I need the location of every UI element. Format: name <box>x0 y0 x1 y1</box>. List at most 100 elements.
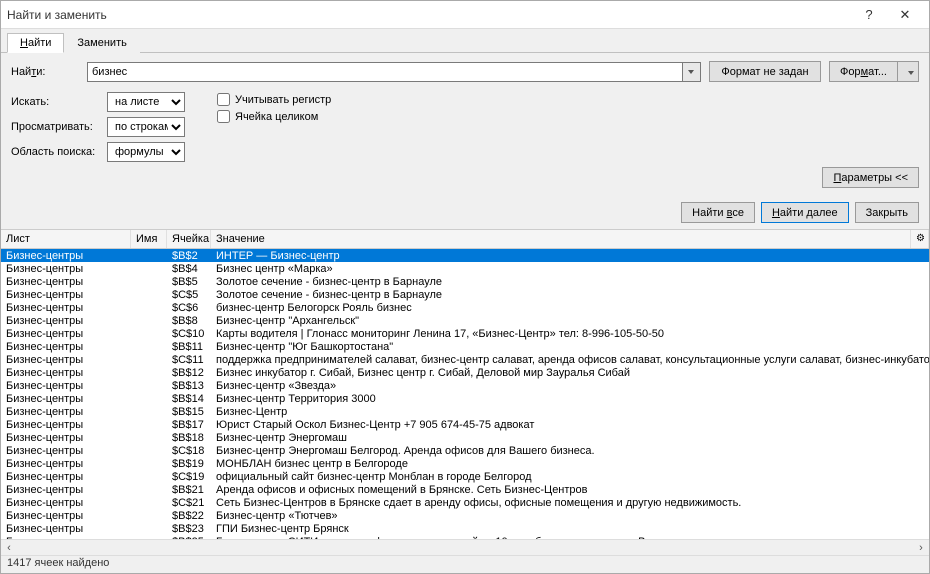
cell-value: ГПИ Бизнес-центр Брянск <box>211 523 929 535</box>
match-case-checkbox[interactable]: Учитывать регистр <box>217 93 331 106</box>
table-row[interactable]: Бизнес-центры$B$19МОНБЛАН бизнес центр в… <box>1 457 929 470</box>
search-in-select[interactable]: на листе <box>107 92 185 112</box>
format-dropdown-button[interactable] <box>897 61 919 82</box>
cell-value: Бизнес-центр «Тютчев» <box>211 510 929 522</box>
col-value[interactable]: Значение <box>211 230 911 248</box>
params-row: Параметры << <box>11 167 919 188</box>
table-row[interactable]: Бизнес-центры $B$23ГПИ Бизнес-центр Брянс… <box>1 522 929 535</box>
cell-value: Карты водителя | Глонасс мониторинг Лени… <box>211 328 929 340</box>
cell-ref: $C$21 <box>167 497 211 509</box>
cell-value: Золотое сечение - бизнес-центр в Барнаул… <box>211 276 929 288</box>
cell-ref: $C$11 <box>167 354 211 366</box>
column-settings-icon[interactable]: ⚙ <box>911 230 929 248</box>
table-row[interactable]: Бизнес-центры$C$11поддержка предпринимат… <box>1 353 929 366</box>
cell-sheet: Бизнес-центры <box>1 445 131 457</box>
options-toggle-button[interactable]: Параметры << <box>822 167 919 188</box>
action-buttons: Найти все Найти далее Закрыть <box>1 196 929 229</box>
table-row[interactable]: Бизнес-центры$C$21Сеть Бизнес-Центров в … <box>1 496 929 509</box>
find-next-button[interactable]: Найти далее <box>761 202 849 223</box>
help-button[interactable]: ? <box>851 1 887 29</box>
col-name[interactable]: Имя <box>131 230 167 248</box>
table-row[interactable]: Бизнес-центры$B$11Бизнес-центр "Юг Башко… <box>1 340 929 353</box>
cell-ref: $B$23 <box>167 523 211 535</box>
find-input-wrap <box>87 62 701 82</box>
cell-value: Юрист Старый Оскол Бизнес-Центр +7 905 6… <box>211 419 929 431</box>
table-row[interactable]: Бизнес-центры $B$2ИНТЕР — Бизнес-центр <box>1 249 929 262</box>
table-row[interactable]: Бизнес-центры$C$18Бизнес-центр Энергомаш… <box>1 444 929 457</box>
table-row[interactable]: Бизнес-центры$B$14Бизнес-центр Территори… <box>1 392 929 405</box>
cell-value: Бизнес-центр Энергомаш Белгород. Аренда … <box>211 445 929 457</box>
format-status-button[interactable]: Формат не задан <box>709 61 821 82</box>
scroll-right-arrow[interactable]: › <box>913 540 929 556</box>
cell-value: Бизнес-Центр <box>211 406 929 418</box>
cell-sheet: Бизнес-центры <box>1 341 131 353</box>
table-row[interactable]: Бизнес-центры$B$22Бизнес-центр «Тютчев» <box>1 509 929 522</box>
status-text: 1417 ячеек найдено <box>7 557 109 569</box>
close-button[interactable]: Закрыть <box>855 202 919 223</box>
results-panel: Лист Имя Ячейка Значение ⚙ Бизнес-центры… <box>1 229 929 555</box>
cell-sheet: Бизнес-центры <box>1 276 131 288</box>
horizontal-scrollbar[interactable]: ‹ › <box>1 539 929 555</box>
table-row[interactable]: Бизнес-центры$C$5Золотое сечение - бизне… <box>1 288 929 301</box>
table-row[interactable]: Бизнес-центры$C$10Карты водителя | Глона… <box>1 327 929 340</box>
cell-value: ИНТЕР — Бизнес-центр <box>211 250 929 262</box>
tabs: Найти Заменить <box>1 29 929 53</box>
find-label: Найти: <box>11 66 79 78</box>
cell-value: Бизнес-центр "Юг Башкортостана" <box>211 341 929 353</box>
cell-ref: $B$22 <box>167 510 211 522</box>
look-in-label: Область поиска: <box>11 146 107 158</box>
format-button[interactable]: Формат... <box>829 61 898 82</box>
look-by-select[interactable]: по строкам <box>107 117 185 137</box>
whole-cell-checkbox[interactable]: Ячейка целиком <box>217 110 331 123</box>
cell-value: Бизнес-центр Территория 3000 <box>211 393 929 405</box>
cell-ref: $C$6 <box>167 302 211 314</box>
table-row[interactable]: Бизнес-центры$B$13Бизнес-центр «Звезда» <box>1 379 929 392</box>
cell-sheet: Бизнес-центры <box>1 419 131 431</box>
find-all-button[interactable]: Найти все <box>681 202 755 223</box>
find-row: Найти: Формат не задан Формат... <box>11 61 919 82</box>
table-row[interactable]: Бизнес-центры$B$15Бизнес-Центр <box>1 405 929 418</box>
cell-ref: $C$10 <box>167 328 211 340</box>
cell-ref: $B$21 <box>167 484 211 496</box>
table-row[interactable]: Бизнес-центры$B$12Бизнес инкубатор г. Си… <box>1 366 929 379</box>
results-body[interactable]: Бизнес-центры$B$2ИНТЕР — Бизнес-центрБиз… <box>1 249 929 539</box>
table-row[interactable]: Бизнес-центры$B$18Бизнес-центр Энергомаш <box>1 431 929 444</box>
table-row[interactable]: Бизнес-центры$B$5Золотое сечение - бизне… <box>1 275 929 288</box>
chevron-down-icon <box>908 71 914 75</box>
look-in-select[interactable]: формулы <box>107 142 185 162</box>
cell-sheet: Бизнес-центры <box>1 432 131 444</box>
tab-replace[interactable]: Заменить <box>64 33 139 53</box>
table-row[interactable]: Бизнес-центры$B$21Аренда офисов и офисны… <box>1 483 929 496</box>
col-sheet[interactable]: Лист <box>1 230 131 248</box>
cell-ref: $B$4 <box>167 263 211 275</box>
look-by-label: Просматривать: <box>11 121 107 133</box>
cell-sheet: Бизнес-центры <box>1 471 131 483</box>
cell-sheet: Бизнес-центры <box>1 523 131 535</box>
cell-value: Бизнес-центр "Архангельск" <box>211 315 929 327</box>
table-row[interactable]: Бизнес-центры $C$6бизнес-центр Белогорск … <box>1 301 929 314</box>
cell-value: поддержка предпринимателей салават, бизн… <box>211 354 929 366</box>
close-window-button[interactable]: ✕ <box>887 1 923 29</box>
scroll-track[interactable] <box>17 540 913 556</box>
cell-ref: $B$14 <box>167 393 211 405</box>
table-row[interactable]: Бизнес-центры$C$19официальный сайт бизне… <box>1 470 929 483</box>
table-row[interactable]: Бизнес-центры$B$4Бизнес центр «Марка» <box>1 262 929 275</box>
cell-sheet: Бизнес-центры <box>1 458 131 470</box>
cell-value: бизнес-центр Белогорск Рояль бизнес <box>211 302 929 314</box>
cell-ref: $B$2 <box>167 250 211 262</box>
table-row[interactable]: Бизнес-центры$B$8Бизнес-центр "Архангель… <box>1 314 929 327</box>
cell-value: Бизнес инкубатор г. Сибай, Бизнес центр … <box>211 367 929 379</box>
find-dropdown-button[interactable] <box>683 62 701 82</box>
cell-sheet: Бизнес-центры <box>1 302 131 314</box>
scroll-left-arrow[interactable]: ‹ <box>1 540 17 556</box>
cell-value: Бизнес центр «Марка» <box>211 263 929 275</box>
cell-ref: $B$8 <box>167 315 211 327</box>
find-input[interactable] <box>87 62 683 82</box>
titlebar: Найти и заменить ? ✕ <box>1 1 929 29</box>
col-cell[interactable]: Ячейка <box>167 230 211 248</box>
cell-sheet: Бизнес-центры <box>1 250 131 262</box>
tab-find[interactable]: Найти <box>7 33 64 53</box>
cell-sheet: Бизнес-центры <box>1 484 131 496</box>
table-row[interactable]: Бизнес-центры$B$17Юрист Старый Оскол Биз… <box>1 418 929 431</box>
cell-sheet: Бизнес-центры <box>1 289 131 301</box>
